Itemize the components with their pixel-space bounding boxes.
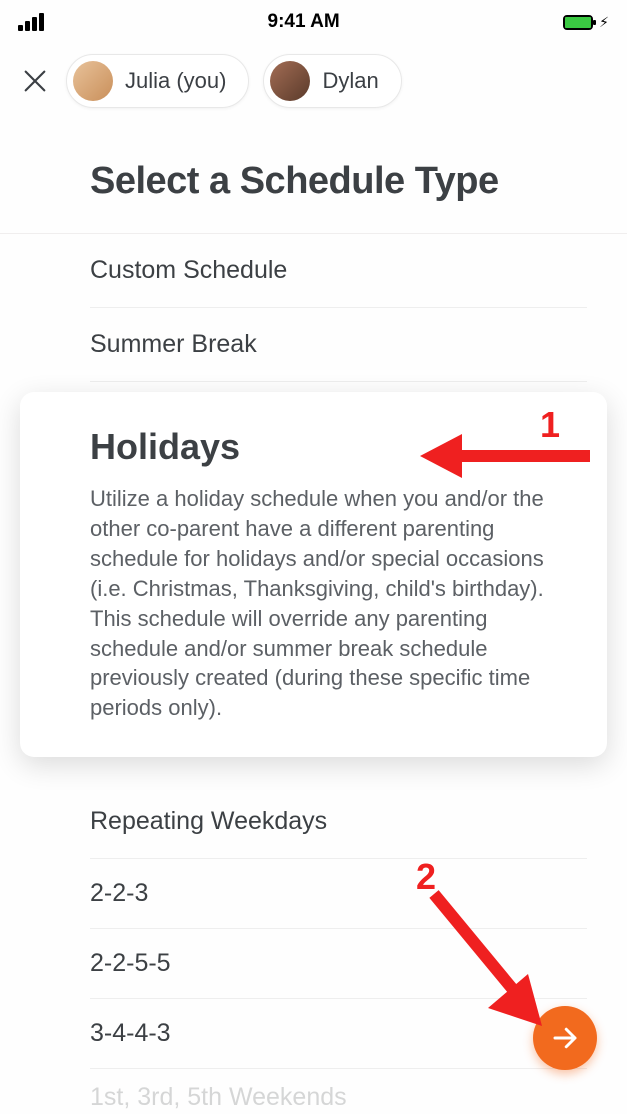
list-divider [90,381,587,382]
battery-icon [563,15,593,30]
annotation-arrow-1 [420,424,600,494]
header-row: Julia (you) Dylan [0,40,627,126]
close-button[interactable] [18,64,52,98]
option-cutoff: 1st, 3rd, 5th Weekends [0,1069,627,1112]
annotation-arrow-2 [420,888,560,1038]
page-title-wrap: Select a Schedule Type [0,126,627,233]
person-chip-julia[interactable]: Julia (you) [66,54,249,108]
option-holidays-description: Utilize a holiday schedule when you and/… [90,484,569,723]
option-summer-break[interactable]: Summer Break [0,308,627,381]
charging-icon: ⚡︎ [599,14,609,31]
option-custom-schedule[interactable]: Custom Schedule [0,234,627,307]
annotation-label-2: 2 [416,856,436,898]
signal-strength [18,13,44,31]
annotation-label-1: 1 [540,404,560,446]
person-chip-label: Julia (you) [125,68,226,94]
avatar-dylan [270,61,310,101]
person-chip-label: Dylan [322,68,378,94]
status-time: 9:41 AM [268,11,340,33]
status-bar: 9:41 AM ⚡︎ [0,0,627,40]
battery-status: ⚡︎ [563,14,609,31]
close-icon [19,65,51,97]
avatar-julia [73,61,113,101]
signal-bars-icon [18,13,44,31]
person-chip-dylan[interactable]: Dylan [263,54,401,108]
option-repeating-weekdays[interactable]: Repeating Weekdays [0,785,627,858]
page-title: Select a Schedule Type [90,160,587,203]
